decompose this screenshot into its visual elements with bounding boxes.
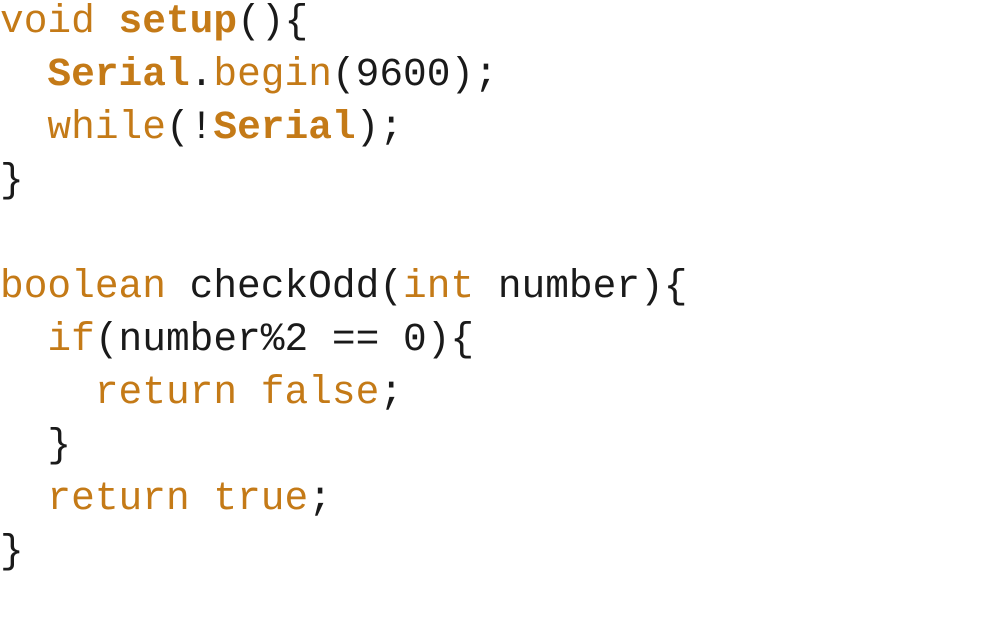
code-text: (number%2 == 0){ xyxy=(94,317,475,362)
code-keyword: int xyxy=(402,264,475,309)
code-text: (9600); xyxy=(331,52,498,97)
code-keyword: return xyxy=(94,370,238,415)
code-line: } xyxy=(0,525,988,578)
code-keyword: false xyxy=(260,370,380,415)
code-text: } xyxy=(0,423,72,468)
code-line: Serial.begin(9600); xyxy=(0,48,988,101)
code-keyword: boolean xyxy=(0,264,166,309)
code-identifier: Serial xyxy=(47,52,190,97)
code-text: } xyxy=(0,158,24,203)
code-text: (){ xyxy=(237,0,309,44)
code-line: return true; xyxy=(0,472,988,525)
code-text: ; xyxy=(379,370,404,415)
code-listing: void setup(){ Serial.begin(9600); while(… xyxy=(0,0,988,621)
code-line: while(!Serial); xyxy=(0,101,988,154)
code-keyword: begin xyxy=(213,52,332,97)
code-text: number){ xyxy=(474,264,688,309)
code-line: boolean checkOdd(int number){ xyxy=(0,260,988,313)
code-text: ); xyxy=(355,105,404,150)
code-text: . xyxy=(189,52,214,97)
code-identifier: Serial xyxy=(213,105,356,150)
code-keyword: while xyxy=(47,105,166,150)
code-text: ; xyxy=(308,476,332,521)
code-keyword: void xyxy=(0,0,95,44)
code-line: } xyxy=(0,154,988,207)
code-line: if(number%2 == 0){ xyxy=(0,313,988,366)
code-keyword: if xyxy=(47,317,95,362)
code-text: } xyxy=(0,529,24,574)
code-keyword: true xyxy=(213,476,309,521)
code-line: return false; xyxy=(0,366,988,419)
code-keyword: return xyxy=(47,476,190,521)
code-text: (! xyxy=(165,105,214,150)
code-line: } xyxy=(0,419,988,472)
code-identifier: setup xyxy=(118,0,238,44)
code-line: void setup(){ xyxy=(0,0,988,48)
code-text: checkOdd( xyxy=(165,264,403,309)
